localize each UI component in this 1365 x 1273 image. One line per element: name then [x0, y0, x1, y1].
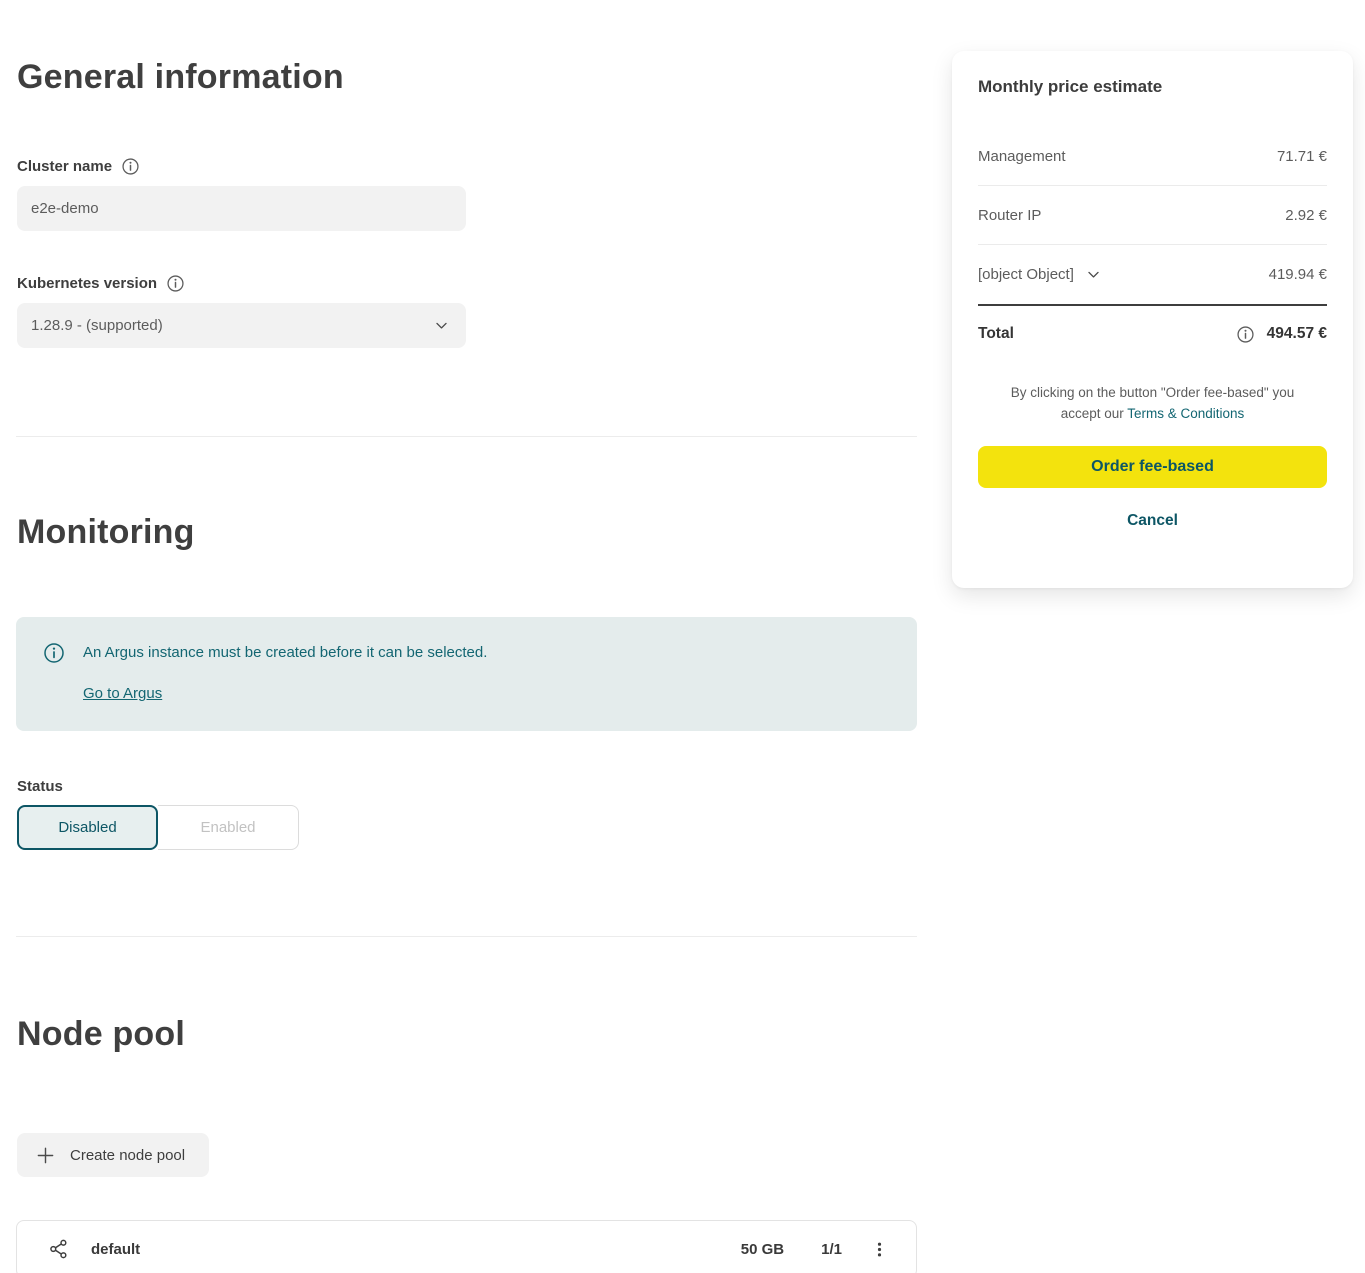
chevron-down-icon[interactable] — [1086, 267, 1101, 282]
chevron-down-icon — [434, 318, 449, 333]
node-pool-row[interactable]: default 50 GB 1/1 — [16, 1220, 917, 1273]
status-toggle: Disabled Enabled — [17, 805, 299, 850]
total-row: Total 494.57 € — [978, 306, 1327, 362]
order-fee-based-button[interactable]: Order fee-based — [978, 446, 1327, 488]
create-node-pool-label: Create node pool — [70, 1147, 185, 1164]
cluster-create-page: General information Cluster name Kuberne… — [0, 0, 1365, 1273]
order-disclaimer: By clicking on the button "Order fee-bas… — [978, 382, 1327, 424]
argus-info-banner: An Argus instance must be created before… — [16, 617, 917, 731]
section-divider — [16, 436, 917, 437]
price-card-title: Monthly price estimate — [978, 77, 1327, 97]
node-pool-icon — [48, 1238, 70, 1260]
node-pool-storage: 50 GB — [741, 1241, 784, 1258]
total-info-icon[interactable] — [1237, 326, 1254, 343]
cluster-name-label: Cluster name — [17, 158, 112, 175]
info-icon — [44, 643, 64, 663]
price-row-nodepool: [object Object] 419.94 € — [978, 245, 1327, 304]
k8s-version-info-icon[interactable] — [167, 275, 184, 292]
status-option-disabled[interactable]: Disabled — [17, 805, 158, 850]
banner-message: An Argus instance must be created before… — [83, 643, 487, 663]
price-estimate-card: Monthly price estimate Management 71.71 … — [952, 51, 1353, 588]
create-node-pool-button[interactable]: Create node pool — [17, 1133, 209, 1177]
price-rows: Management 71.71 € Router IP 2.92 € [obj… — [978, 127, 1327, 304]
go-to-argus-link[interactable]: Go to Argus — [83, 685, 162, 702]
general-information-heading: General information — [17, 58, 344, 97]
price-row-label: Router IP — [978, 207, 1041, 224]
node-pool-menu-button[interactable] — [866, 1236, 892, 1262]
price-row-value: 71.71 € — [1277, 148, 1327, 165]
terms-and-conditions-link[interactable]: Terms & Conditions — [1127, 406, 1244, 421]
cluster-name-input[interactable] — [17, 186, 466, 231]
price-row-label: Management — [978, 148, 1066, 165]
price-row-value: 2.92 € — [1285, 207, 1327, 224]
section-divider — [16, 936, 917, 937]
cluster-name-info-icon[interactable] — [122, 158, 139, 175]
kebab-icon — [871, 1241, 888, 1258]
k8s-version-label: Kubernetes version — [17, 275, 157, 292]
cancel-button[interactable]: Cancel — [978, 512, 1327, 530]
node-pool-metrics: 50 GB 1/1 — [741, 1241, 842, 1258]
status-option-enabled[interactable]: Enabled — [158, 805, 299, 850]
price-row-router-ip: Router IP 2.92 € — [978, 186, 1327, 245]
total-value: 494.57 € — [1267, 325, 1327, 343]
status-label: Status — [17, 778, 63, 795]
node-pool-availability: 1/1 — [821, 1241, 842, 1258]
cluster-name-label-row: Cluster name — [17, 158, 139, 175]
price-row-management: Management 71.71 € — [978, 127, 1327, 186]
node-pool-heading: Node pool — [17, 1015, 185, 1054]
total-label: Total — [978, 325, 1014, 343]
node-pool-name: default — [91, 1241, 140, 1258]
price-row-label: [object Object] — [978, 266, 1074, 283]
monitoring-heading: Monitoring — [17, 513, 195, 552]
k8s-version-selected-value: 1.28.9 - (supported) — [31, 317, 163, 334]
plus-icon — [36, 1146, 55, 1165]
k8s-version-select[interactable]: 1.28.9 - (supported) — [17, 303, 466, 348]
k8s-version-label-row: Kubernetes version — [17, 275, 184, 292]
price-row-value: 419.94 € — [1269, 266, 1327, 283]
